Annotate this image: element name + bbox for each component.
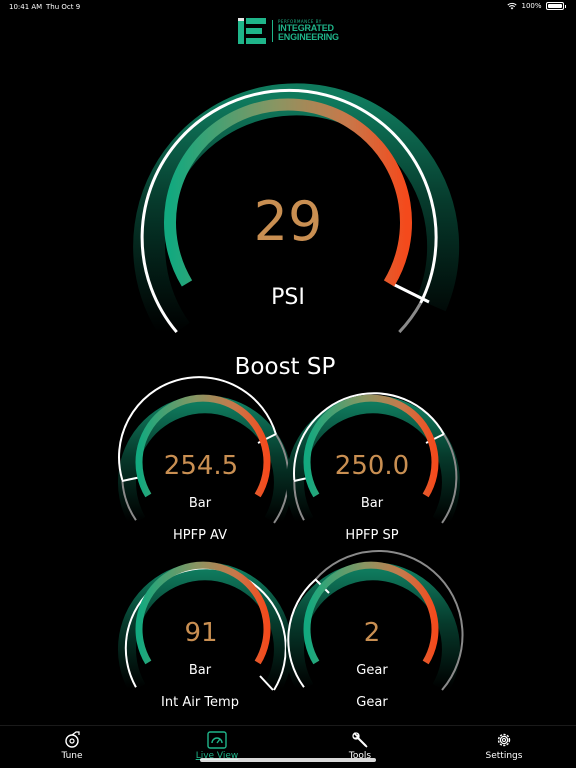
iat-label: Int Air Temp	[161, 695, 239, 710]
iat-unit: Bar	[189, 663, 212, 678]
gear-icon	[497, 733, 511, 747]
tab-bar: Tune Live View Tools Settings	[0, 725, 576, 768]
hpfp-av-gauge: 254.5 Bar	[118, 376, 292, 526]
hpfp-sp-value: 250.0	[335, 451, 409, 481]
boost-unit: PSI	[271, 285, 305, 310]
gear-unit: Gear	[356, 663, 388, 678]
hpfp-sp-unit: Bar	[361, 496, 384, 511]
gauge-panel: 29 PSI Boost SP 254.5 Bar HPFP AV 250.0 …	[118, 83, 464, 710]
gear-value: 2	[364, 618, 381, 648]
hpfp-av-label: HPFP AV	[173, 528, 227, 543]
tab-tools[interactable]: Tools	[330, 731, 390, 761]
boost-value: 29	[254, 190, 323, 253]
tab-live-view[interactable]: Live View	[187, 731, 247, 761]
tab-tune-label: Tune	[61, 751, 83, 761]
boost-gauge-outer-ring-grey	[398, 302, 422, 334]
hpfp-sp-gauge: 250.0 Bar	[286, 392, 460, 526]
boost-gauge: 29 PSI	[133, 83, 460, 342]
tab-settings-label: Settings	[485, 751, 523, 761]
hpfp-av-value: 254.5	[164, 451, 238, 481]
wrench-icon	[352, 732, 368, 748]
hpfp-sp-label: HPFP SP	[345, 528, 398, 543]
turbo-icon	[65, 731, 80, 748]
iat-gauge: 91 Bar	[118, 561, 292, 693]
gauge-icon	[207, 731, 227, 749]
gear-label: Gear	[356, 695, 388, 710]
home-indicator	[200, 758, 376, 762]
iat-value: 91	[184, 618, 217, 648]
tab-tune[interactable]: Tune	[42, 731, 102, 761]
hpfp-av-unit: Bar	[189, 496, 212, 511]
tab-settings[interactable]: Settings	[474, 731, 534, 761]
gear-gauge: 2 Gear	[286, 550, 464, 693]
boost-label: Boost SP	[235, 354, 336, 380]
